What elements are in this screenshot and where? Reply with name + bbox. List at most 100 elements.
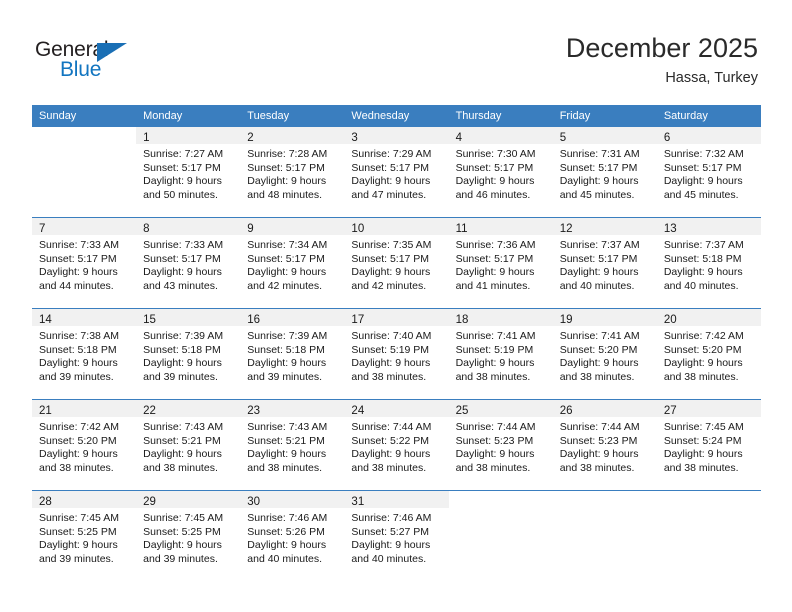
- calendar-day-cell[interactable]: 4 Sunrise: 7:30 AM Sunset: 5:17 PM Daylight…: [448, 126, 553, 218]
- day-cell-details: Sunrise: 7:39 AM Sunset: 5:18 PM Daylight:…: [136, 326, 240, 384]
- calendar-day-cell[interactable]: 30 Sunrise: 7:46 AM Sunset: 5:26 PM Dayligh…: [240, 490, 345, 581]
- day-detail-line: and 40 minutes.: [559, 279, 635, 292]
- day-cell-inner: 20 Sunrise: 7:42 AM Sunset: 5:20 PM Dayligh…: [656, 309, 761, 399]
- day-cell-details: Sunrise: 7:45 AM Sunset: 5:25 PM Daylight:…: [32, 508, 136, 566]
- day-cell-details: Sunrise: 7:45 AM Sunset: 5:25 PM Daylight:…: [136, 508, 240, 566]
- day-detail-line: Sunset: 5:24 PM: [663, 434, 742, 447]
- day-cell-details: Sunrise: 7:40 AM Sunset: 5:19 PM Daylight:…: [344, 326, 448, 384]
- day-detail-line: Sunrise: 7:38 AM: [39, 330, 119, 342]
- day-detail-line: Sunset: 5:17 PM: [663, 161, 742, 174]
- calendar-day-cell[interactable]: 6 Sunrise: 7:32 AM Sunset: 5:17 PM Daylight…: [656, 126, 761, 218]
- calendar-day-cell[interactable]: 18 Sunrise: 7:41 AM Sunset: 5:19 PM Dayligh…: [448, 308, 553, 400]
- day-number: 1: [143, 132, 150, 144]
- day-number: 9: [247, 223, 254, 235]
- calendar-day-cell[interactable]: 13 Sunrise: 7:37 AM Sunset: 5:18 PM Dayligh…: [656, 217, 761, 309]
- day-number-band: 6: [656, 127, 761, 144]
- calendar-day-cell[interactable]: 17 Sunrise: 7:40 AM Sunset: 5:19 PM Dayligh…: [344, 308, 449, 400]
- calendar-header-row: Sunday Monday Tuesday Wednesday Thursday Frid…: [32, 105, 761, 127]
- day-detail-line: Daylight: 9 hours: [351, 357, 431, 370]
- calendar-day-cell[interactable]: 12 Sunrise: 7:37 AM Sunset: 5:17 PM Dayligh…: [552, 217, 657, 309]
- day-detail-line: Daylight: 9 hours: [247, 175, 327, 188]
- day-detail-line: Sunset: 5:23 PM: [455, 434, 534, 447]
- day-detail-line: Sunrise: 7:30 AM: [455, 148, 536, 160]
- calendar-day-cell[interactable]: 21 Sunrise: 7:42 AM Sunset: 5:20 PM Dayligh…: [32, 399, 137, 491]
- calendar-day-cell[interactable]: 10 Sunrise: 7:35 AM Sunset: 5:17 PM Dayligh…: [344, 217, 449, 309]
- day-detail-line: Sunrise: 7:45 AM: [663, 421, 744, 433]
- calendar-day-cell[interactable]: 24 Sunrise: 7:44 AM Sunset: 5:22 PM Dayligh…: [344, 399, 449, 491]
- calendar-week-row: 7 Sunrise: 7:33 AM Sunset: 5:17 PM Daylight…: [32, 217, 761, 309]
- day-detail-line: Sunrise: 7:31 AM: [559, 148, 640, 160]
- day-cell-inner: [656, 491, 761, 581]
- day-cell-inner: 3 Sunrise: 7:29 AM Sunset: 5:17 PM Daylight…: [344, 127, 449, 217]
- calendar-day-cell[interactable]: 31 Sunrise: 7:46 AM Sunset: 5:27 PM Dayligh…: [344, 490, 449, 581]
- calendar-day-cell[interactable]: 8 Sunrise: 7:33 AM Sunset: 5:17 PM Daylight…: [136, 217, 241, 309]
- calendar-day-cell[interactable]: 19 Sunrise: 7:41 AM Sunset: 5:20 PM Dayligh…: [552, 308, 657, 400]
- calendar-day-cell[interactable]: 26 Sunrise: 7:44 AM Sunset: 5:23 PM Dayligh…: [552, 399, 657, 491]
- calendar-day-cell[interactable]: 2 Sunrise: 7:28 AM Sunset: 5:17 PM Daylight…: [240, 126, 345, 218]
- day-number: 27: [663, 405, 677, 417]
- day-detail-line: Sunrise: 7:42 AM: [39, 421, 119, 433]
- day-number-band: 18: [448, 309, 553, 326]
- day-detail-line: Sunset: 5:18 PM: [663, 252, 742, 265]
- calendar-day-cell[interactable]: 14 Sunrise: 7:38 AM Sunset: 5:18 PM Dayligh…: [32, 308, 137, 400]
- calendar-day-cell[interactable]: 11 Sunrise: 7:36 AM Sunset: 5:17 PM Dayligh…: [448, 217, 553, 309]
- day-number: 20: [663, 314, 677, 326]
- calendar-day-cell[interactable]: 3 Sunrise: 7:29 AM Sunset: 5:17 PM Daylight…: [344, 126, 449, 218]
- day-number-band: 4: [448, 127, 553, 144]
- day-cell-details: Sunrise: 7:37 AM Sunset: 5:18 PM Daylight:…: [657, 235, 761, 293]
- calendar-body: 1 Sunrise: 7:27 AM Sunset: 5:17 PM Daylight…: [32, 126, 761, 581]
- calendar-day-cell[interactable]: 5 Sunrise: 7:31 AM Sunset: 5:17 PM Daylight…: [552, 126, 657, 218]
- calendar-day-cell[interactable]: 9 Sunrise: 7:34 AM Sunset: 5:17 PM Daylight…: [240, 217, 345, 309]
- day-detail-line: Daylight: 9 hours: [247, 266, 327, 279]
- day-detail-line: Sunset: 5:17 PM: [247, 161, 325, 174]
- general-blue-logo[interactable]: General Blue: [35, 38, 165, 86]
- calendar-day-cell[interactable]: 25 Sunrise: 7:44 AM Sunset: 5:23 PM Dayligh…: [448, 399, 553, 491]
- day-number-band: 20: [656, 309, 761, 326]
- day-detail-line: Sunrise: 7:33 AM: [143, 239, 224, 251]
- calendar-week-row: 14 Sunrise: 7:38 AM Sunset: 5:18 PM Dayligh…: [32, 308, 761, 400]
- calendar-day-cell[interactable]: 23 Sunrise: 7:43 AM Sunset: 5:21 PM Dayligh…: [240, 399, 345, 491]
- day-cell-inner: 21 Sunrise: 7:42 AM Sunset: 5:20 PM Dayligh…: [32, 400, 137, 490]
- day-detail-line: Daylight: 9 hours: [143, 175, 222, 188]
- page-header: General Blue December 2025 Hassa, Turkey: [0, 0, 792, 100]
- weekday-header-thursday: Thursday: [448, 105, 553, 127]
- calendar-day-cell[interactable]: 15 Sunrise: 7:39 AM Sunset: 5:18 PM Dayligh…: [136, 308, 241, 400]
- day-number: 8: [143, 223, 150, 235]
- calendar-day-cell[interactable]: 16 Sunrise: 7:39 AM Sunset: 5:18 PM Dayligh…: [240, 308, 345, 400]
- day-detail-line: Daylight: 9 hours: [559, 266, 639, 279]
- day-detail-line: Sunset: 5:25 PM: [39, 525, 117, 538]
- calendar-day-cell[interactable]: 1 Sunrise: 7:27 AM Sunset: 5:17 PM Daylight…: [136, 126, 241, 218]
- day-number-band: 14: [32, 309, 137, 326]
- day-number-band: 27: [656, 400, 761, 417]
- day-cell-details: [553, 508, 657, 512]
- calendar-day-cell[interactable]: 22 Sunrise: 7:43 AM Sunset: 5:21 PM Dayligh…: [136, 399, 241, 491]
- calendar-day-cell[interactable]: 29 Sunrise: 7:45 AM Sunset: 5:25 PM Dayligh…: [136, 490, 241, 581]
- calendar-day-cell[interactable]: 20 Sunrise: 7:42 AM Sunset: 5:20 PM Dayligh…: [656, 308, 761, 400]
- day-detail-line: Sunrise: 7:45 AM: [143, 512, 224, 524]
- page-title: December 2025: [565, 33, 758, 63]
- day-cell-details: Sunrise: 7:34 AM Sunset: 5:17 PM Daylight:…: [240, 235, 344, 293]
- day-number: 19: [559, 314, 573, 326]
- day-detail-line: Sunrise: 7:41 AM: [455, 330, 536, 342]
- day-detail-line: and 39 minutes.: [143, 552, 218, 565]
- day-number: 10: [351, 223, 365, 235]
- day-number: 13: [663, 223, 677, 235]
- title-block: December 2025 Hassa, Turkey: [566, 32, 758, 88]
- day-detail-line: Daylight: 9 hours: [663, 448, 743, 461]
- day-detail-line: Sunrise: 7:40 AM: [351, 330, 432, 342]
- day-detail-line: Daylight: 9 hours: [247, 357, 327, 370]
- day-cell-details: Sunrise: 7:42 AM Sunset: 5:20 PM Daylight:…: [32, 417, 136, 475]
- day-detail-line: Sunset: 5:17 PM: [559, 252, 638, 265]
- day-detail-line: and 38 minutes.: [663, 370, 739, 383]
- day-cell-inner: 13 Sunrise: 7:37 AM Sunset: 5:18 PM Dayligh…: [656, 218, 761, 308]
- day-cell-inner: [32, 127, 137, 217]
- calendar-day-cell[interactable]: 7 Sunrise: 7:33 AM Sunset: 5:17 PM Daylight…: [32, 217, 137, 309]
- calendar-day-cell[interactable]: 27 Sunrise: 7:45 AM Sunset: 5:24 PM Dayligh…: [656, 399, 761, 491]
- day-cell-inner: 29 Sunrise: 7:45 AM Sunset: 5:25 PM Dayligh…: [136, 491, 241, 581]
- day-detail-line: and 39 minutes.: [247, 370, 322, 383]
- day-number-band: 21: [32, 400, 137, 417]
- calendar-empty-cell: [448, 490, 553, 581]
- day-cell-inner: 18 Sunrise: 7:41 AM Sunset: 5:19 PM Dayligh…: [448, 309, 553, 399]
- day-number-band: 11: [448, 218, 553, 235]
- calendar-day-cell[interactable]: 28 Sunrise: 7:45 AM Sunset: 5:25 PM Dayligh…: [32, 490, 137, 581]
